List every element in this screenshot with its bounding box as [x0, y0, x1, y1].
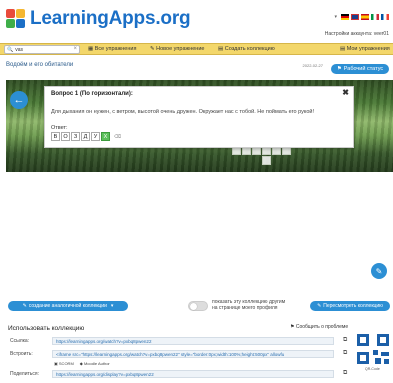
- header: LearningApps.org ▾ Настройки аккаунта: v…: [0, 0, 393, 40]
- pencil-icon: ✎: [22, 303, 27, 309]
- scorm-label: SCORM: [58, 361, 74, 366]
- chevron-down-icon[interactable]: ▾: [334, 14, 337, 20]
- moodle-link[interactable]: ◆ Moodle Author: [80, 361, 110, 366]
- pencil-icon: ✎: [317, 303, 322, 309]
- date-label: 2022-02-27: [302, 63, 323, 68]
- toggle-text-line2: на странице моего профиля: [212, 305, 278, 311]
- scorm-link[interactable]: ▣ SCORM: [54, 361, 74, 366]
- letter-key[interactable]: О: [61, 132, 70, 141]
- account-link[interactable]: Настройки аккаунта: veer01: [325, 31, 389, 37]
- flag-icon: ⚑: [336, 66, 342, 72]
- flag-icon: ⚑: [290, 324, 295, 330]
- share-field[interactable]: https://learningapps.org/display?v=pxbq8…: [52, 370, 334, 378]
- share-title: Использовать коллекцию: [8, 325, 85, 332]
- page-title: Водоём и его обитатели: [6, 62, 74, 68]
- question-title: Вопрос 1 (По горизонтали):: [51, 91, 133, 97]
- status-button[interactable]: ⚑ Рабочий статус: [331, 64, 389, 74]
- report-label: Сообщить о проблеме: [295, 324, 349, 330]
- report-problem-link[interactable]: ⚑ Сообщить о проблеме: [290, 324, 348, 330]
- search-value: vas: [15, 46, 24, 53]
- answer-label: Ответ:: [51, 125, 68, 131]
- letter-key-correct[interactable]: Х: [101, 132, 110, 141]
- create-similar-label: создание аналогичной коллекции: [28, 303, 107, 309]
- answer-letters: В О З Д У Х ⌫: [51, 132, 122, 141]
- flag-it-icon[interactable]: [371, 14, 379, 20]
- all-exercises-label: Все упражнения: [94, 46, 137, 52]
- chevron-down-icon: ▾: [110, 303, 114, 309]
- link-field[interactable]: https://learningapps.org/watch?v=pxbq8pw…: [52, 337, 334, 345]
- logo[interactable]: LearningApps.org: [6, 8, 191, 30]
- title-bar: Водоём и его обитатели 2022-02-27 ⚑ Рабо…: [0, 57, 393, 77]
- letter-key[interactable]: Д: [81, 132, 90, 141]
- embed-label: Встроить:: [10, 351, 33, 357]
- new-exercise-label: Новое упражнение: [156, 46, 205, 52]
- share-section: Использовать коллекцию ⚑ Сообщить о проб…: [0, 322, 393, 383]
- language-flags: ▾: [334, 14, 389, 20]
- search-input[interactable]: 🔍 vas ×: [4, 45, 80, 54]
- show-collection-toggle[interactable]: [188, 301, 208, 311]
- status-button-label: Рабочий статус: [343, 66, 384, 72]
- crossword-cell[interactable]: [262, 156, 271, 165]
- question-dialog: Вопрос 1 (По горизонтали): ✖ Для дыхания…: [44, 86, 354, 148]
- create-collection-link[interactable]: ▤ Создать коллекцию: [218, 46, 275, 52]
- logo-text: LearningApps.org: [30, 8, 191, 29]
- letter-key[interactable]: У: [91, 132, 100, 141]
- search-icon: 🔍: [7, 46, 14, 53]
- toggle-knob: [190, 303, 197, 310]
- review-collection-label: Пересмотреть коллекцию: [323, 303, 383, 309]
- copy-icon[interactable]: ⧉: [343, 370, 347, 377]
- collection-actions: ✎ создание аналогичной коллекции ▾ показ…: [0, 297, 393, 317]
- flag-de-icon[interactable]: [341, 14, 349, 20]
- copy-icon[interactable]: ⧉: [343, 350, 347, 357]
- qr-code-icon[interactable]: [357, 334, 389, 364]
- review-collection-button[interactable]: ✎ Пересмотреть коллекцию: [310, 301, 390, 311]
- close-icon[interactable]: ✖: [342, 88, 349, 97]
- moodle-label: Moodle Author: [83, 361, 110, 366]
- flag-es-icon[interactable]: [361, 14, 369, 20]
- toggle-description: показать эту коллекцию другим на страниц…: [212, 299, 285, 311]
- question-text: Для дыхания он нужен, с ветром, высотой …: [51, 109, 315, 115]
- letter-key[interactable]: З: [71, 132, 80, 141]
- flag-gb-icon[interactable]: [351, 14, 359, 20]
- create-collection-label: Создать коллекцию: [224, 46, 275, 52]
- share-label: Поделиться:: [10, 371, 39, 377]
- back-arrow-icon[interactable]: ←: [10, 91, 28, 109]
- logo-icon: [6, 9, 26, 29]
- all-exercises-link[interactable]: ▦ Все упражнения: [88, 46, 136, 52]
- my-exercises-link[interactable]: ▤ Мои упражнения: [340, 46, 390, 52]
- edit-icon[interactable]: ✎: [371, 263, 387, 279]
- letter-key[interactable]: В: [51, 132, 60, 141]
- create-similar-collection-button[interactable]: ✎ создание аналогичной коллекции ▾: [8, 301, 128, 311]
- embed-options: ▣ SCORM ◆ Moodle Author: [54, 361, 110, 366]
- flag-fr-icon[interactable]: [381, 14, 389, 20]
- new-exercise-link[interactable]: ✎ Новое упражнение: [150, 46, 204, 52]
- qr-code-label: QR-Code: [365, 367, 380, 371]
- clear-search-icon[interactable]: ×: [73, 46, 77, 52]
- eraser-icon[interactable]: ⌫: [113, 132, 122, 141]
- main-toolbar: 🔍 vas × ▦ Все упражнения ✎ Новое упражне…: [0, 43, 393, 55]
- link-label: Ссылка:: [10, 338, 30, 344]
- embed-field[interactable]: <iframe src="https://learningapps.org/wa…: [52, 350, 334, 358]
- my-exercises-label: Мои упражнения: [346, 46, 390, 52]
- copy-icon[interactable]: ⧉: [343, 337, 347, 344]
